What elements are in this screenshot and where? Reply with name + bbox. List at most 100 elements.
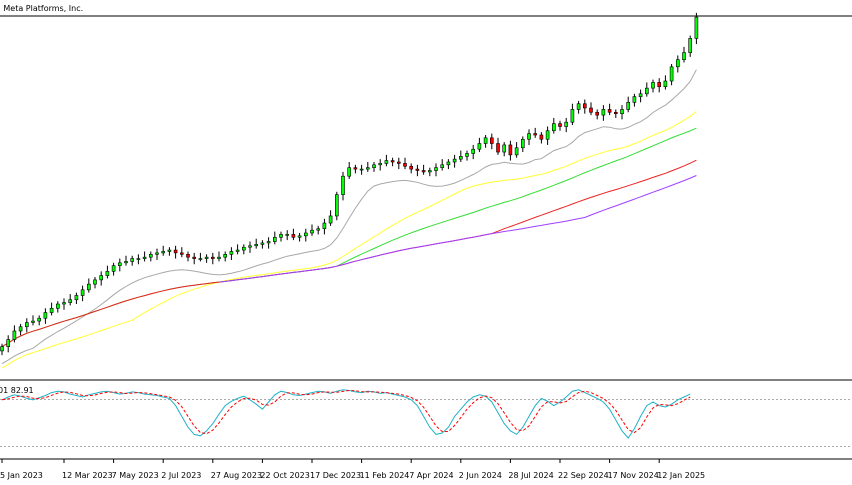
- candle-body: [6, 339, 10, 347]
- candle-body: [99, 275, 103, 281]
- candle: [669, 63, 674, 86]
- candle: [378, 159, 383, 171]
- candle-body: [291, 234, 296, 238]
- candle: [49, 302, 54, 316]
- candle-body: [297, 235, 302, 238]
- candle-body: [558, 123, 562, 127]
- candle-body: [595, 111, 600, 116]
- candle: [564, 117, 569, 133]
- candle-body: [582, 103, 587, 109]
- candle: [192, 252, 196, 265]
- candle-body: [316, 228, 321, 231]
- candle: [651, 79, 655, 93]
- candle: [24, 318, 29, 333]
- candle: [452, 154, 457, 168]
- candle: [111, 262, 116, 276]
- candle: [316, 225, 321, 235]
- candle-body: [87, 283, 91, 291]
- candle: [576, 100, 581, 114]
- candle-body: [149, 254, 153, 258]
- x-tick-label: 22 Oct 2023: [260, 471, 309, 480]
- candle: [589, 102, 593, 116]
- candle-body: [254, 244, 258, 247]
- candle: [620, 105, 624, 120]
- candle-body: [663, 80, 668, 88]
- candle: [353, 164, 358, 174]
- candle: [502, 142, 507, 157]
- candle: [217, 251, 221, 262]
- stochastic-oscillator: [1, 389, 691, 439]
- candle: [626, 96, 631, 113]
- candle-body: [303, 232, 308, 237]
- candle-body: [272, 236, 277, 242]
- candle: [514, 142, 519, 158]
- candle-body: [440, 164, 445, 168]
- candle-body: [527, 133, 531, 140]
- candle-body: [570, 109, 575, 123]
- candle-body: [465, 153, 469, 157]
- chart-title: y: Meta Platforms, Inc.: [0, 4, 83, 13]
- candle: [87, 278, 91, 293]
- candle: [74, 292, 79, 305]
- candle: [384, 154, 389, 167]
- candle: [204, 254, 209, 263]
- candle-body: [105, 271, 110, 276]
- candle-body: [328, 215, 333, 224]
- candle-body: [334, 194, 339, 217]
- candle-body: [37, 317, 42, 322]
- candle: [558, 120, 562, 131]
- candle: [539, 132, 544, 144]
- candle-body: [434, 167, 438, 171]
- candle-body: [43, 312, 48, 319]
- candle: [322, 218, 327, 235]
- candle-body: [657, 82, 662, 88]
- candle: [458, 150, 463, 162]
- candle-body: [242, 246, 246, 251]
- candle-body: [12, 330, 17, 340]
- candle: [180, 247, 184, 258]
- candle: [260, 240, 265, 249]
- stochastic-label: 01 82.91: [0, 386, 34, 395]
- candle-body: [458, 156, 463, 160]
- candle-body: [322, 222, 327, 230]
- candle-body: [279, 234, 283, 238]
- candle: [297, 233, 302, 242]
- x-tick-label: 7 May 2023: [112, 471, 159, 480]
- candle: [118, 258, 122, 272]
- x-tick-label: 17 Nov 2024: [608, 471, 659, 480]
- candle: [595, 109, 600, 120]
- stochastic-signal-line: [1, 389, 691, 435]
- x-tick-label: 7 Apr 2024: [409, 471, 453, 480]
- candle-body: [173, 249, 178, 254]
- candle: [198, 252, 203, 262]
- candle-body: [520, 138, 525, 149]
- x-tick-label: 27 Aug 2023: [211, 471, 262, 480]
- candle-body: [0, 346, 4, 352]
- candle: [508, 140, 513, 161]
- candle: [489, 133, 494, 150]
- candle: [279, 231, 283, 242]
- candle-body: [688, 38, 693, 53]
- candle: [409, 163, 414, 174]
- x-tick-label: 22 Sep 2024: [558, 471, 609, 480]
- x-tick-label: 17 Dec 2023: [310, 471, 361, 480]
- candle: [396, 157, 401, 170]
- candle-body: [49, 307, 54, 313]
- candle: [18, 323, 23, 336]
- candle: [68, 294, 72, 306]
- candle-body: [471, 148, 476, 154]
- candle: [582, 99, 587, 114]
- candle-body: [409, 165, 414, 170]
- candle-body: [403, 163, 407, 167]
- candle: [570, 103, 575, 126]
- candle-body: [452, 158, 457, 163]
- candle-body: [502, 144, 507, 153]
- candle-body: [211, 256, 215, 259]
- candle: [471, 144, 476, 160]
- candle: [62, 298, 66, 310]
- candle: [266, 237, 271, 249]
- candle: [365, 161, 370, 172]
- candle: [551, 117, 556, 134]
- candle-body: [118, 262, 122, 266]
- candle: [675, 55, 680, 73]
